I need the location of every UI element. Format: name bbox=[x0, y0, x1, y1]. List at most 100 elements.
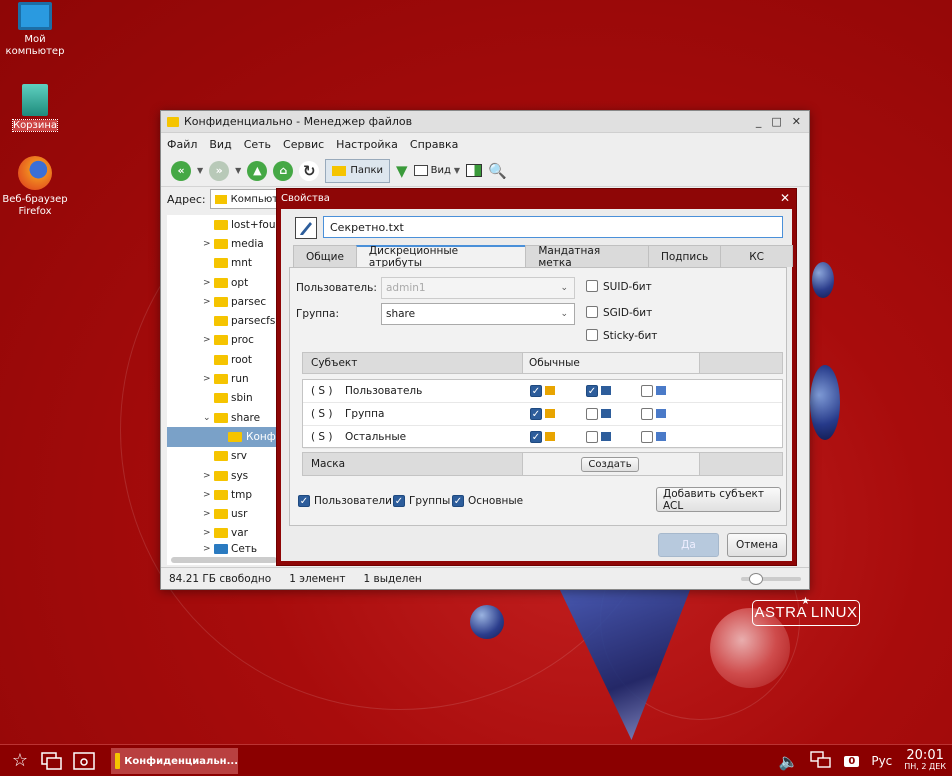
start-menu-star-icon[interactable]: ☆ bbox=[8, 750, 32, 772]
menu-file[interactable]: Файл bbox=[167, 138, 197, 151]
tree-item[interactable]: > Сеть bbox=[167, 543, 279, 555]
menu-settings[interactable]: Настройка bbox=[336, 138, 398, 151]
desktop-icon-my-computer[interactable]: Мой компьютер bbox=[0, 2, 70, 58]
acl-execute-checkbox[interactable] bbox=[641, 431, 653, 443]
desktop-icon-firefox[interactable]: Веб-браузер Firefox bbox=[0, 156, 70, 218]
search-icon[interactable]: 🔍 bbox=[488, 162, 507, 180]
tree-item[interactable]: > usr bbox=[167, 504, 279, 523]
tree-item-label: Сеть bbox=[231, 543, 258, 556]
menu-view[interactable]: Вид bbox=[209, 138, 231, 151]
tree-item[interactable]: parsecfs bbox=[167, 311, 279, 330]
chevron-right-icon[interactable]: > bbox=[203, 544, 211, 554]
folder-icon bbox=[545, 432, 555, 441]
chevron-right-icon[interactable]: > bbox=[203, 528, 211, 538]
tab-ks[interactable]: КС bbox=[720, 245, 793, 267]
filter-basic-checkbox[interactable]: ✓ bbox=[452, 495, 464, 507]
tree-item[interactable]: > media bbox=[167, 234, 279, 253]
clock[interactable]: 20:01 ПН, 2 ДЕК bbox=[904, 749, 946, 772]
acl-row[interactable]: ( S ) Группа ✓ bbox=[303, 403, 782, 426]
split-view-icon[interactable] bbox=[466, 164, 483, 177]
tree-item[interactable]: > var bbox=[167, 524, 279, 543]
back-button[interactable]: « bbox=[171, 160, 191, 181]
tree-item[interactable]: srv bbox=[167, 447, 279, 466]
home-button[interactable]: ⌂ bbox=[273, 160, 294, 181]
tree-item[interactable]: root bbox=[167, 350, 279, 369]
refresh-button[interactable]: ↻ bbox=[299, 160, 320, 181]
volume-icon[interactable]: 🔈 bbox=[778, 752, 798, 771]
keyboard-indicator[interactable]: 0 bbox=[844, 755, 860, 767]
acl-row[interactable]: ( S ) Пользователь ✓ ✓ bbox=[303, 380, 782, 403]
file-name-input[interactable]: Секретно.txt bbox=[323, 216, 783, 238]
tree-item[interactable]: > opt bbox=[167, 273, 279, 292]
acl-execute-checkbox[interactable] bbox=[641, 385, 653, 397]
tree-item[interactable]: > run bbox=[167, 369, 279, 388]
tree-item[interactable]: Конфи bbox=[167, 427, 279, 447]
dialog-titlebar[interactable]: Свойства ✕ bbox=[277, 189, 796, 207]
tree-item[interactable]: ⌄ share bbox=[167, 408, 279, 427]
chevron-right-icon[interactable]: > bbox=[203, 335, 211, 345]
maximize-button[interactable]: □ bbox=[771, 115, 781, 128]
show-desktop-icon[interactable] bbox=[72, 750, 96, 772]
create-mask-button[interactable]: Создать bbox=[581, 457, 639, 472]
acl-execute-checkbox[interactable] bbox=[641, 408, 653, 420]
horizontal-scrollbar[interactable] bbox=[171, 557, 277, 563]
switch-windows-icon[interactable] bbox=[40, 750, 64, 772]
ok-button[interactable]: Да bbox=[658, 533, 719, 557]
chevron-right-icon[interactable]: > bbox=[203, 374, 211, 384]
tab-general[interactable]: Общие bbox=[293, 245, 357, 267]
add-acl-subject-button[interactable]: Добавить субъект ACL bbox=[656, 487, 781, 512]
tree-item[interactable]: > tmp bbox=[167, 485, 279, 504]
up-button[interactable]: ▲ bbox=[247, 160, 268, 181]
close-icon[interactable]: ✕ bbox=[780, 191, 790, 205]
tab-discretionary[interactable]: Дискреционные атрибуты bbox=[355, 245, 527, 269]
acl-subject-tag: ( S ) bbox=[311, 431, 333, 443]
acl-row[interactable]: ( S ) Остальные ✓ bbox=[303, 426, 782, 449]
suid-checkbox[interactable] bbox=[586, 280, 598, 292]
chevron-right-icon[interactable]: > bbox=[203, 239, 211, 249]
language-indicator[interactable]: Рус bbox=[871, 754, 892, 768]
tab-mandatory-label[interactable]: Мандатная метка bbox=[525, 245, 649, 269]
tree-item[interactable]: > parsec bbox=[167, 292, 279, 311]
sticky-checkbox[interactable] bbox=[586, 329, 598, 341]
tab-signature[interactable]: Подпись bbox=[647, 245, 722, 267]
chevron-down-icon[interactable]: ▼ bbox=[235, 166, 241, 175]
menu-network[interactable]: Сеть bbox=[244, 138, 271, 151]
chevron-right-icon[interactable]: > bbox=[203, 297, 211, 307]
zoom-slider-handle[interactable] bbox=[749, 573, 763, 585]
chevron-down-icon[interactable]: ▼ bbox=[197, 166, 203, 175]
minimize-button[interactable]: _ bbox=[756, 115, 762, 128]
chevron-down-icon[interactable]: ⌄ bbox=[203, 413, 211, 423]
tree-item[interactable]: mnt bbox=[167, 254, 279, 273]
tree-item[interactable]: > sys bbox=[167, 466, 279, 485]
acl-read-checkbox[interactable]: ✓ bbox=[530, 431, 542, 443]
acl-write-checkbox[interactable] bbox=[586, 408, 598, 420]
view-button[interactable]: Вид ▼ bbox=[413, 165, 460, 176]
desktop-icon-trash[interactable]: Корзина bbox=[0, 84, 70, 132]
network-icon[interactable] bbox=[810, 750, 832, 772]
tree-item[interactable]: > proc bbox=[167, 331, 279, 350]
sgid-checkbox[interactable] bbox=[586, 306, 598, 318]
forward-button[interactable]: » bbox=[209, 160, 230, 181]
window-titlebar[interactable]: Конфиденциально - Менеджер файлов _ □ ✕ bbox=[161, 111, 809, 133]
tree-item[interactable]: sbin bbox=[167, 389, 279, 408]
acl-write-checkbox[interactable] bbox=[586, 431, 598, 443]
menu-help[interactable]: Справка bbox=[410, 138, 458, 151]
tree-item[interactable]: lost+foun bbox=[167, 215, 279, 234]
acl-read-checkbox[interactable]: ✓ bbox=[530, 408, 542, 420]
menu-service[interactable]: Сервис bbox=[283, 138, 324, 151]
folders-toggle-button[interactable]: Папки bbox=[325, 158, 391, 183]
chevron-right-icon[interactable]: > bbox=[203, 490, 211, 500]
taskbar-item-file-manager[interactable]: Конфиденциальн... bbox=[111, 748, 238, 774]
filter-users-checkbox[interactable]: ✓ bbox=[298, 495, 310, 507]
chevron-right-icon[interactable]: > bbox=[203, 509, 211, 519]
filter-icon[interactable]: ▼ bbox=[396, 162, 408, 180]
acl-write-checkbox[interactable]: ✓ bbox=[586, 385, 598, 397]
cancel-button[interactable]: Отмена bbox=[727, 533, 787, 557]
group-select[interactable]: share ⌄ bbox=[381, 303, 575, 325]
acl-read-checkbox[interactable]: ✓ bbox=[530, 385, 542, 397]
filter-groups-checkbox[interactable]: ✓ bbox=[393, 495, 405, 507]
close-button[interactable]: ✕ bbox=[792, 115, 801, 128]
folder-icon bbox=[214, 194, 227, 204]
chevron-right-icon[interactable]: > bbox=[203, 278, 211, 288]
chevron-right-icon[interactable]: > bbox=[203, 471, 211, 481]
